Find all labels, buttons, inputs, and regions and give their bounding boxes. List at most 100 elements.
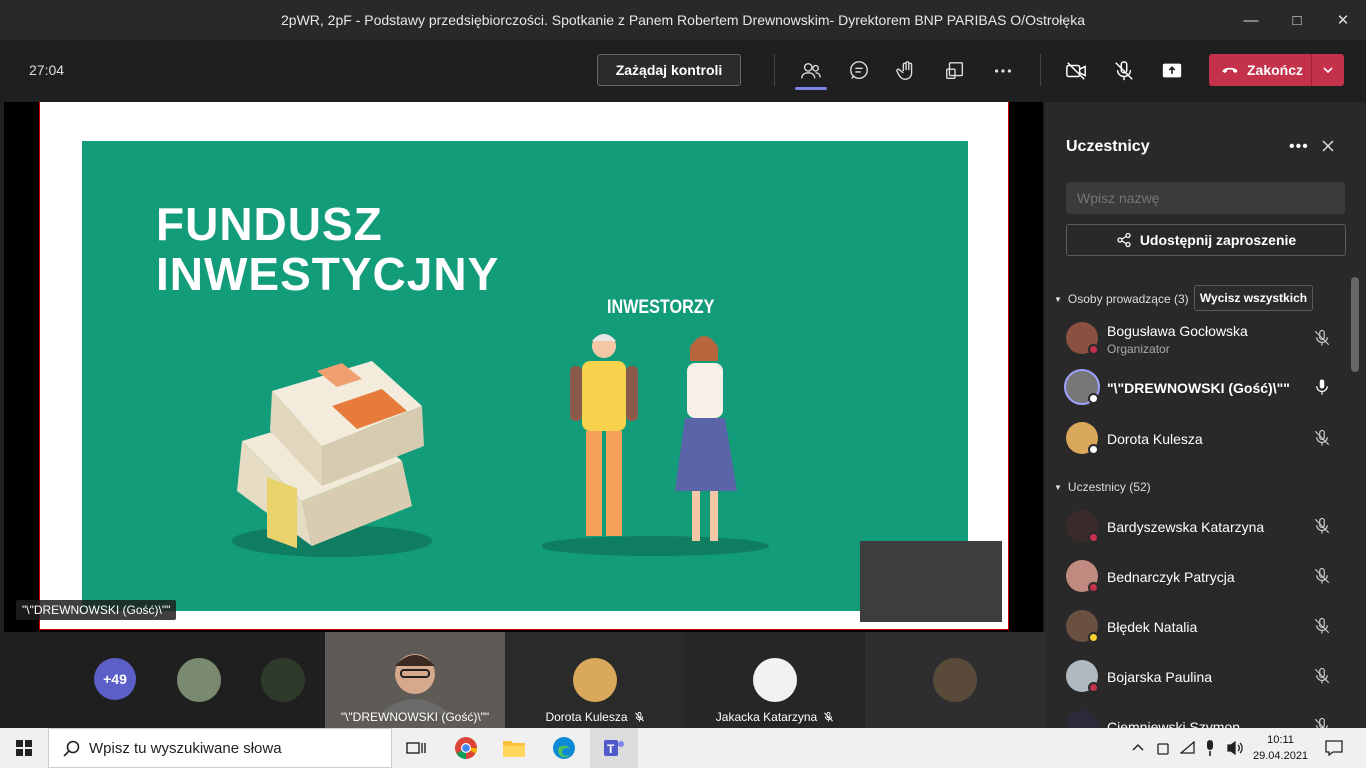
participant-row[interactable]: Dorota Kulesza xyxy=(1045,414,1350,464)
slide-title-line2: INWESTYCJNY xyxy=(156,248,500,300)
participant-video-icon xyxy=(380,654,450,714)
mic-off-icon[interactable] xyxy=(1111,58,1137,84)
presenters-section-toggle[interactable]: ▼ Osoby prowadzące (3) xyxy=(1054,292,1189,306)
avatar xyxy=(933,658,977,702)
mic-off-icon[interactable] xyxy=(1313,328,1331,348)
avatar xyxy=(573,658,617,702)
mic-off-icon[interactable] xyxy=(1313,428,1331,448)
avatar xyxy=(1066,710,1098,728)
video-tile[interactable] xyxy=(865,632,1045,728)
mute-all-button[interactable]: Wycisz wszystkich xyxy=(1194,285,1313,311)
taskbar-search-placeholder: Wpisz tu wyszukiwane słowa xyxy=(89,739,282,757)
participant-name: Bardyszewska Katarzyna xyxy=(1107,519,1265,535)
presenter-name-label: "\"DREWNOWSKI (Gość)\"" xyxy=(16,600,177,620)
participant-row[interactable]: Bardyszewska Katarzyna xyxy=(1045,502,1350,552)
teams-icon[interactable]: T xyxy=(590,728,638,768)
video-tile[interactable]: "\"DREWNOWSKI (Gość)\"" xyxy=(325,632,505,728)
panel-scrollbar[interactable] xyxy=(1351,277,1359,372)
system-clock[interactable]: 10:11 29.04.2021 xyxy=(1253,732,1308,764)
share-icon xyxy=(1117,232,1131,248)
raise-hand-icon[interactable] xyxy=(894,58,920,84)
participant-row[interactable]: Ciemniewski Szymon xyxy=(1045,702,1350,728)
chevron-down-icon[interactable] xyxy=(1311,54,1344,86)
avatar[interactable] xyxy=(261,658,305,702)
windows-taskbar: Wpisz tu wyszukiwane słowa T 10:11 29.04… xyxy=(0,728,1366,768)
mic-off-icon[interactable] xyxy=(1313,566,1331,586)
hangup-icon xyxy=(1222,67,1238,73)
maximize-icon[interactable]: □ xyxy=(1274,0,1320,40)
taskbar-search-input[interactable]: Wpisz tu wyszukiwane słowa xyxy=(48,728,392,768)
windows-start-icon[interactable] xyxy=(0,728,48,768)
status-badge xyxy=(1088,582,1099,593)
microphone-icon[interactable] xyxy=(1198,728,1222,768)
people-active-indicator xyxy=(795,87,827,90)
mic-off-icon xyxy=(824,711,834,722)
status-badge xyxy=(1088,682,1099,693)
file-explorer-icon[interactable] xyxy=(490,728,538,768)
camera-off-icon[interactable] xyxy=(1063,58,1089,84)
attendees-section-label: Uczestnicy (52) xyxy=(1067,480,1151,494)
close-window-icon[interactable]: ✕ xyxy=(1320,0,1366,40)
notifications-icon[interactable] xyxy=(1310,728,1358,768)
participant-row[interactable]: Bednarczyk Patrycja xyxy=(1045,552,1350,602)
participant-row[interactable]: Błędek Natalia xyxy=(1045,602,1350,652)
participant-name: Bojarska Paulina xyxy=(1107,669,1213,685)
more-options-icon[interactable] xyxy=(990,58,1016,84)
tile-name: Jakacka Katarzyna xyxy=(685,710,865,724)
tile-name: Dorota Kulesza xyxy=(505,710,685,724)
share-invite-button[interactable]: Udostępnij zaproszenie xyxy=(1066,224,1346,256)
mic-off-icon[interactable] xyxy=(1313,516,1331,536)
meeting-toolbar: 27:04 Zażądaj kontroli Zakończ xyxy=(0,40,1366,100)
mic-off-icon[interactable] xyxy=(1313,716,1331,728)
participants-panel: Uczestnicy ••• Udostępnij zaproszenie ▼ … xyxy=(1045,102,1366,728)
toolbar-divider xyxy=(1040,54,1041,86)
edge-icon[interactable] xyxy=(540,728,588,768)
people-icon[interactable] xyxy=(798,58,824,84)
slide-background: FUNDUSZ INWESTYCJNY INWESTORZY xyxy=(82,141,968,611)
attendees-section-toggle[interactable]: ▼ Uczestnicy (52) xyxy=(1054,480,1151,494)
request-control-button[interactable]: Zażądaj kontroli xyxy=(597,54,741,86)
task-view-icon[interactable] xyxy=(392,728,440,768)
participant-row[interactable]: "\"DREWNOWSKI (Gość)\"" xyxy=(1045,363,1350,413)
participant-row[interactable]: Bogusława Gocłowska Organizator xyxy=(1045,314,1350,364)
minimize-icon[interactable]: — xyxy=(1228,0,1274,40)
more-participants-badge[interactable]: +49 xyxy=(94,658,136,700)
panel-title: Uczestnicy xyxy=(1066,138,1150,155)
tile-name-text: Dorota Kulesza xyxy=(545,710,628,724)
meet-now-icon[interactable] xyxy=(1150,728,1176,768)
money-stack-illustration xyxy=(232,361,432,557)
end-call-button[interactable]: Zakończ xyxy=(1209,54,1344,86)
participant-name: Ciemniewski Szymon xyxy=(1107,719,1241,728)
avatar[interactable] xyxy=(177,658,221,702)
share-screen-icon[interactable] xyxy=(1159,58,1185,84)
participant-name: Błędek Natalia xyxy=(1107,619,1198,635)
self-view-tile[interactable] xyxy=(860,541,1002,622)
rooms-icon[interactable] xyxy=(942,58,968,84)
end-call-main[interactable]: Zakończ xyxy=(1209,54,1311,86)
volume-icon[interactable] xyxy=(1222,728,1248,768)
close-icon[interactable] xyxy=(1320,138,1336,154)
participant-name: Dorota Kulesza xyxy=(1107,431,1203,447)
svg-text:T: T xyxy=(607,742,615,756)
participant-row[interactable]: Bojarska Paulina xyxy=(1045,652,1350,702)
participant-search-input[interactable] xyxy=(1066,182,1345,214)
video-tile[interactable]: Jakacka Katarzyna xyxy=(685,632,865,728)
status-badge xyxy=(1088,532,1099,543)
mic-off-icon xyxy=(634,711,644,722)
video-tile[interactable]: Dorota Kulesza xyxy=(505,632,685,728)
more-options-icon[interactable]: ••• xyxy=(1289,138,1309,156)
mic-off-icon[interactable] xyxy=(1313,666,1331,686)
mic-icon[interactable] xyxy=(1313,377,1331,397)
avatar xyxy=(753,658,797,702)
status-badge xyxy=(1088,632,1099,643)
search-icon xyxy=(63,740,80,757)
mic-off-icon[interactable] xyxy=(1313,616,1331,636)
slide-title-line1: FUNDUSZ xyxy=(156,198,383,250)
wifi-icon[interactable] xyxy=(1176,728,1200,768)
call-timer: 27:04 xyxy=(29,62,65,78)
shared-content-stage: FUNDUSZ INWESTYCJNY INWESTORZY "\"DREWNO… xyxy=(4,102,1043,632)
chat-icon[interactable] xyxy=(846,58,872,84)
share-invite-label: Udostępnij zaproszenie xyxy=(1139,232,1297,248)
chrome-icon[interactable] xyxy=(442,728,490,768)
participant-name: Bogusława Gocłowska xyxy=(1107,323,1248,339)
